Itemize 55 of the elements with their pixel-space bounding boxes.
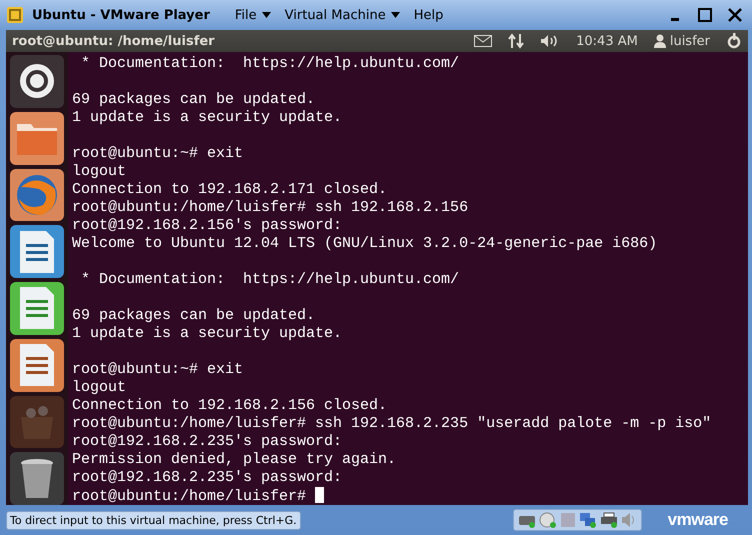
terminal-line: root@192.168.2.156's password: [72,217,342,234]
folder-icon [16,121,58,156]
disc-icon[interactable] [538,512,557,528]
network-icon[interactable] [508,33,524,49]
terminal-line: logout [72,163,126,180]
terminal-line: root@ubuntu:/home/luisfer# [72,488,308,505]
vmware-logo: vmware [668,510,728,530]
launcher-item[interactable] [10,55,64,108]
maximize-icon[interactable] [698,8,712,22]
terminal-line: root@ubuntu:~# exit [72,361,244,378]
terminal-line: root@192.168.2.235's password: [72,433,342,450]
caret-icon [390,12,400,18]
terminal-line: root@ubuntu:/home/luisfer# ssh 192.168.2.235 "useradd palote -m -p iso" [72,415,712,432]
mail-icon[interactable] [474,35,492,47]
terminal-line: 69 packages can be updated. [72,91,316,108]
menu-item[interactable]: File [232,8,274,22]
terminal-line: 1 update is a security update. [72,325,342,342]
document-icon [19,343,55,388]
caret-icon [262,12,271,18]
terminal-line: Connection to 192.168.2.171 closed. [72,181,388,198]
terminal-line: logout [72,379,126,396]
launcher-item[interactable] [10,452,64,505]
printer-icon[interactable] [600,512,618,528]
text-cursor [315,487,324,503]
document-icon [19,286,55,330]
app-icon [6,6,24,24]
terminal-line: root@ubuntu:~# exit [72,145,244,162]
terminal-line: 69 packages can be updated. [72,307,316,324]
user-name[interactable]: luisfer [670,34,710,48]
trash-icon [20,458,54,500]
panel-title: root@ubuntu: /home/luisfer [12,34,215,48]
launcher-item[interactable] [10,225,64,278]
launcher-item[interactable] [10,338,64,392]
terminal-line: Welcome to Ubuntu 12.04 LTS (GNU/Linux 3.2.0-24-generic-pae i686) [72,235,658,252]
close-icon[interactable] [728,8,742,22]
terminal-line: * Documentation: https://help.ubuntu.com/ [80,271,460,288]
terminal-line: * Documentation: https://help.ubuntu.com/ [80,55,460,72]
clock[interactable]: 10:43 AM [576,34,638,48]
user-icon [654,34,666,48]
logo-icon [19,63,55,100]
terminal-line: root@192.168.2.235's password: [72,469,342,486]
status-hint: To direct input to this virtual machine, press Ctrl+G. [6,510,301,530]
document-icon [19,230,55,274]
terminal-line: Permission denied, please try again. [72,451,396,468]
launcher-item[interactable] [10,168,64,222]
terminal-line: root@ubuntu:/home/luisfer# ssh 192.168.2.156 [72,199,468,216]
window-title: Ubuntu - VMware Player [32,8,210,22]
power-icon[interactable] [726,33,742,49]
menu-item[interactable]: Virtual Machine [282,8,403,22]
terminal[interactable] [68,52,748,505]
globe-icon [15,172,59,217]
menu-item[interactable]: Help [410,8,446,22]
terminal-line: Connection to 192.168.2.156 closed. [72,397,388,414]
network-adapter-icon[interactable] [578,512,597,528]
terminal-line: 1 update is a security update. [72,109,342,126]
